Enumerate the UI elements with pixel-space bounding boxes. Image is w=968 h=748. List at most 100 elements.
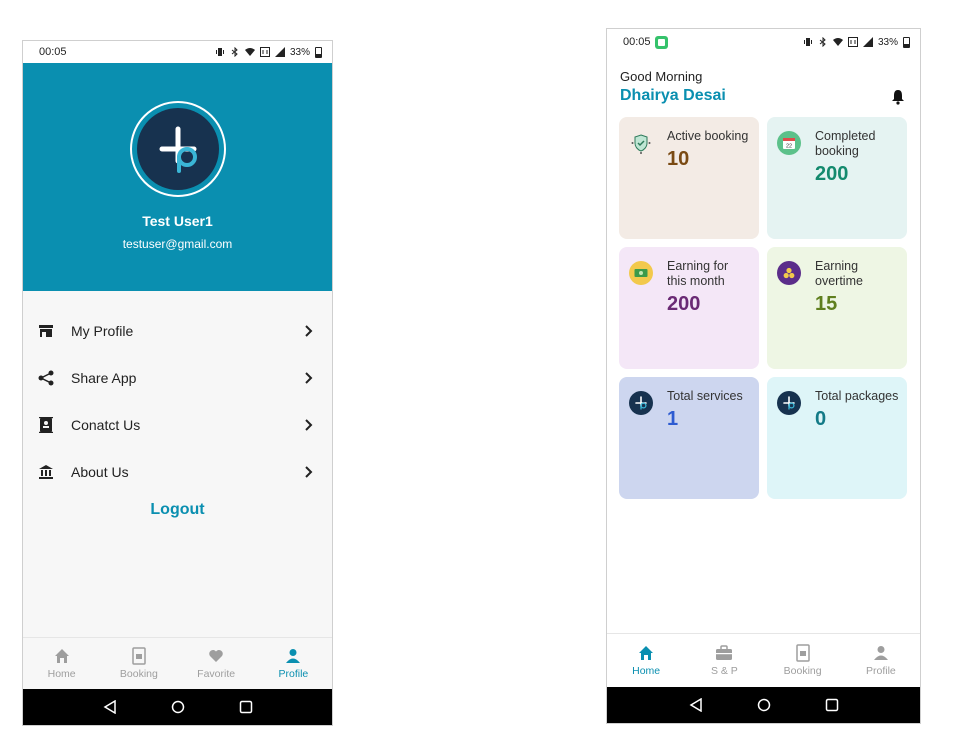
bluetooth-icon [819,37,826,47]
nav-profile[interactable]: Profile [842,634,920,687]
home-circle-icon[interactable] [756,697,772,713]
money-icon [629,261,653,285]
status-icons: 33% [215,46,322,58]
bank-icon [37,463,55,481]
card-earning-month[interactable]: Earning for this month 200 [619,247,759,369]
greeting-header: Good Morning Dhairya Desai [607,55,920,105]
chevron-right-icon [302,324,316,338]
coins-icon [777,261,801,285]
app-logo-icon [777,391,801,415]
share-icon [37,369,55,387]
menu-item-share-app[interactable]: Share App [23,354,332,401]
nav-label: Profile [865,665,896,677]
svg-text:22: 22 [786,144,792,150]
shield-check-icon [629,131,653,155]
nav-label: Home [632,665,661,677]
battery-icon [903,36,910,48]
data-icon [259,47,270,57]
profile-screen: 00:05 33% Test User1 testuser@gmail.com [22,40,333,726]
nav-label: Booking [119,668,158,680]
wifi-icon [832,38,843,46]
heart-icon [207,647,225,665]
card-label: Earning for this month [667,259,729,288]
system-nav-bar [607,687,920,723]
user-name: Test User1 [142,213,213,229]
card-label: Total packages [815,389,899,403]
user-name: Dhairya Desai [620,87,726,104]
chevron-right-icon [302,465,316,479]
nav-label: Profile [278,668,309,680]
nav-booking[interactable]: Booking [764,634,842,687]
card-value: 0 [815,408,827,430]
menu-label: About Us [71,463,129,480]
status-time: 00:05 [39,46,67,58]
nav-services-packages[interactable]: S & P [685,634,763,687]
menu-label: My Profile [71,322,134,339]
back-icon[interactable] [102,699,118,715]
card-total-services[interactable]: Total services 1 [619,377,759,499]
avatar[interactable] [129,101,226,197]
nav-favorite[interactable]: Favorite [178,638,255,689]
bottom-nav: Home S & P Booking Profile [607,633,920,687]
person-icon [872,644,890,662]
contact-card-icon [37,416,55,434]
notification-icon [654,35,668,49]
card-value: 15 [815,293,838,315]
nav-label: Booking [783,665,822,677]
card-total-packages[interactable]: Total packages 0 [767,377,907,499]
back-icon[interactable] [688,697,704,713]
recents-icon[interactable] [824,697,840,713]
card-label: Earning overtime [815,259,863,288]
battery-icon [315,46,322,58]
app-logo-icon [629,391,653,415]
logout-button[interactable]: Logout [23,501,332,519]
card-label: Active booking [667,129,749,143]
nav-home[interactable]: Home [23,638,100,689]
menu-item-contact-us[interactable]: Conatct Us [23,401,332,448]
home-icon [53,647,71,665]
nav-label: Favorite [197,668,236,680]
card-earning-overtime[interactable]: Earning overtime 15 [767,247,907,369]
menu-label: Conatct Us [71,416,141,433]
person-icon [284,647,302,665]
status-icons: 33% [803,36,910,48]
wifi-icon [244,48,255,56]
bluetooth-icon [231,47,238,57]
nav-home[interactable]: Home [607,634,685,687]
card-value: 200 [667,293,701,315]
status-time: 00:05 [623,36,651,48]
bottom-nav: Home Booking Favorite Profile [23,637,332,689]
nav-label: Home [47,668,76,680]
system-nav-bar [23,689,332,725]
card-active-booking[interactable]: Active booking 10 [619,117,759,239]
nav-booking[interactable]: Booking [100,638,177,689]
bell-icon[interactable] [890,89,906,105]
calendar-icon: 22 [777,131,801,155]
card-value: 200 [815,163,849,185]
card-completed-booking[interactable]: 22 Completed booking 200 [767,117,907,239]
card-label: Completed booking [815,129,876,158]
app-logo-icon [136,108,219,190]
battery-percent: 33% [289,46,310,58]
card-label: Total services [667,389,743,403]
booking-icon [794,644,812,662]
greeting-text: Good Morning [620,69,703,84]
profile-menu: My Profile Share App Conatct Us About Us… [23,291,332,519]
menu-item-about-us[interactable]: About Us [23,448,332,495]
nav-label: S & P [710,665,738,677]
signal-icon [862,37,873,47]
card-value: 10 [667,148,690,170]
data-icon [847,37,858,47]
nav-profile[interactable]: Profile [255,638,332,689]
briefcase-icon [715,644,733,662]
home-circle-icon[interactable] [170,699,186,715]
chevron-right-icon [302,371,316,385]
menu-item-my-profile[interactable]: My Profile [23,307,332,354]
signal-icon [274,47,285,57]
booking-icon [130,647,148,665]
recents-icon[interactable] [238,699,254,715]
chevron-right-icon [302,418,316,432]
store-icon [37,322,55,340]
status-left: 00:05 [623,35,668,49]
battery-percent: 33% [877,36,898,48]
